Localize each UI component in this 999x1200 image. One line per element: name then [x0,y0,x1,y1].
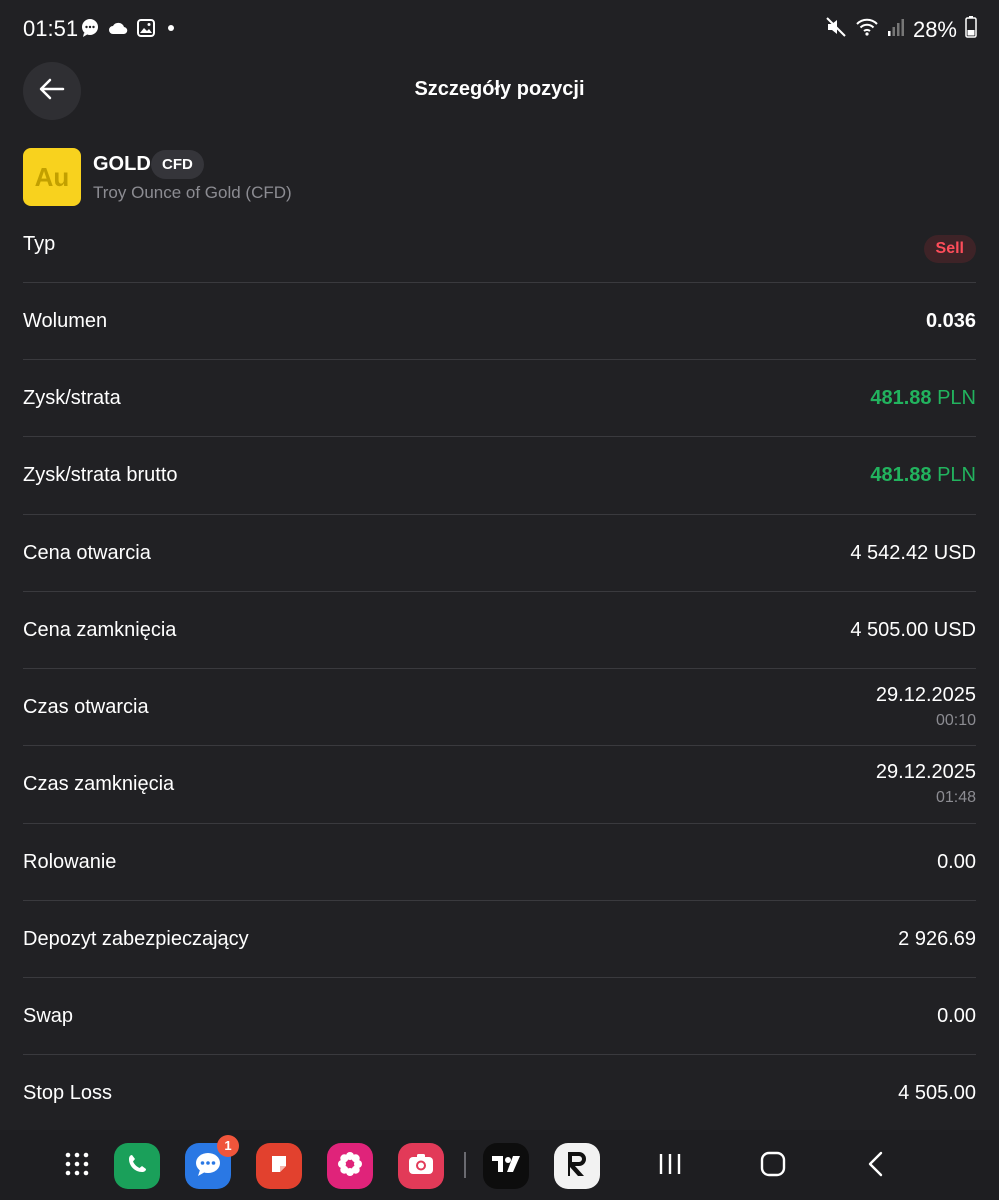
detail-value: 0.036 [925,310,976,332]
instrument-symbol: GOLD [93,153,151,175]
dock-divider [464,1152,466,1178]
tradingview-logo-icon [491,1155,521,1178]
detail-row-cena-zamkniecia: Cena zamknięcia 4 505.00 USD [23,592,976,669]
detail-row-czas-otwarcia: Czas otwarcia 29.12.2025 00:10 [23,669,976,746]
dot-icon [164,21,178,40]
page-title: Szczegóły pozycji [414,78,585,100]
instrument-type-badge: CFD [151,150,204,179]
revolut-app[interactable] [554,1143,600,1189]
detail-label: Cena zamknięcia [23,619,177,641]
profit-amount: 481.88 [870,387,932,409]
detail-label: Wolumen [23,310,108,332]
gold-logo: Au [23,148,81,206]
detail-label: Typ [23,233,56,255]
detail-row-stop-loss: Stop Loss 4 505.00 [23,1055,976,1130]
messages-app[interactable]: 1 [185,1135,239,1189]
chat-bubble-icon [194,1151,222,1182]
detail-label: Czas zamknięcia [23,773,175,795]
detail-label: Depozyt zabezpieczający [23,928,249,950]
tradingview-app[interactable] [483,1143,529,1189]
phone-icon [125,1152,149,1181]
detail-value: 4 505.00 [898,1082,976,1104]
taskbar-dock: 1 [0,1130,999,1200]
status-time: 01:51 [23,16,79,41]
status-bar: 01:51 28% [0,0,999,60]
message-icon [80,18,100,43]
notes-app[interactable] [256,1143,302,1189]
sell-badge: Sell [923,235,976,263]
detail-row-zysk: Zysk/strata 481.88 PLN [23,360,976,437]
detail-row-zysk-brutto: Zysk/strata brutto 481.88 PLN [23,437,976,515]
note-icon [267,1152,291,1181]
detail-row-cena-otwarcia: Cena otwarcia 4 542.42 USD [23,515,976,592]
detail-row-rolowanie: Rolowanie 0.00 [23,824,976,901]
detail-label: Swap [23,1005,74,1027]
detail-label: Rolowanie [23,851,117,873]
home-button[interactable] [753,1148,793,1184]
cloud-icon [108,20,128,41]
profit-amount: 481.88 [870,464,932,486]
wifi-icon [855,17,879,42]
detail-date: 29.12.2025 [875,684,976,706]
camera-icon [408,1153,434,1180]
detail-label: Zysk/strata [23,387,121,409]
detail-label: Cena otwarcia [23,542,151,564]
battery-percent: 28% [912,16,957,42]
detail-row-depozyt: Depozyt zabezpieczający 2 926.69 [23,901,976,978]
battery-icon [965,16,977,43]
revolut-logo-icon [565,1150,589,1183]
blossom-app[interactable] [327,1143,373,1189]
detail-label: Zysk/strata brutto [23,464,178,486]
detail-date: 29.12.2025 [875,761,976,783]
detail-label: Czas otwarcia [23,696,149,718]
detail-value: 4 505.00 USD [850,619,976,641]
detail-time: 00:10 [935,712,976,729]
detail-value: 0.00 [937,851,976,873]
flower-icon [336,1150,364,1183]
gallery-icon [136,18,156,43]
profit-currency: PLN [937,464,976,486]
profit-currency: PLN [937,387,976,409]
detail-label: Stop Loss [23,1082,112,1104]
chevron-left-icon [866,1151,886,1182]
mute-icon [825,16,847,43]
detail-row-wolumen: Wolumen 0.036 [23,283,976,360]
instrument-name: Troy Ounce of Gold (CFD) [93,183,292,202]
phone-app[interactable] [114,1143,160,1189]
detail-value: 481.88 PLN [870,464,976,487]
detail-value: 481.88 PLN [870,387,976,410]
detail-time: 01:48 [935,789,976,806]
recent-apps-icon [657,1152,683,1181]
app-drawer-button[interactable] [54,1143,100,1189]
recent-apps-button[interactable] [650,1148,690,1184]
signal-icon [887,17,905,42]
system-back-button[interactable] [856,1148,896,1184]
detail-value: 4 542.42 USD [850,542,976,564]
detail-row-typ: Typ Sell [23,222,976,283]
notification-badge: 1 [217,1135,239,1157]
grid-dots-icon [64,1151,90,1182]
camera-app[interactable] [398,1143,444,1189]
detail-row-czas-zamkniecia: Czas zamknięcia 29.12.2025 01:48 [23,746,976,824]
detail-value: 2 926.69 [898,928,976,950]
home-icon [760,1151,786,1182]
detail-value: 0.00 [937,1005,976,1027]
detail-row-swap: Swap 0.00 [23,978,976,1055]
